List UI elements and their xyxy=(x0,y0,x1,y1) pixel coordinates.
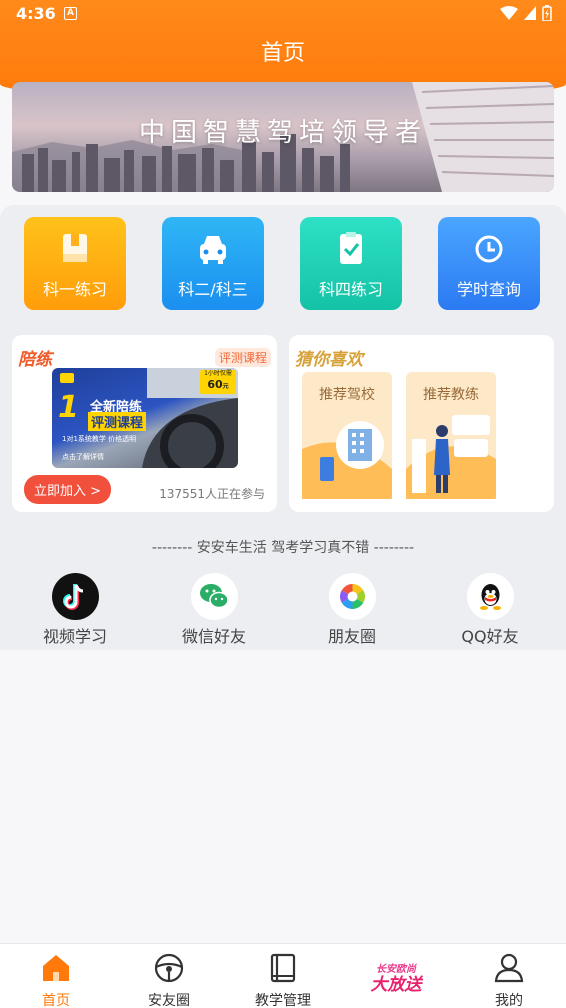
recommend-card: 猜你喜欢 推荐驾校 推荐教练 xyxy=(289,335,554,512)
recommend-title: 猜你喜欢 xyxy=(295,350,363,370)
ad-price-unit: 元 xyxy=(222,383,229,390)
recommend-school-tile[interactable]: 推荐驾校 xyxy=(302,372,392,499)
share-label: QQ好友 xyxy=(461,627,519,646)
menu-subject-two-three[interactable]: 科二/科三 xyxy=(162,217,264,310)
promo-line1: 长安欧尚 xyxy=(376,964,416,975)
join-now-button[interactable]: 立即加入 > xyxy=(24,475,112,504)
steering-wheel-icon xyxy=(154,953,184,983)
ad-footer: 点击了解详情 xyxy=(62,453,104,461)
nav-label: 教学管理 xyxy=(255,993,311,1008)
nav-promo[interactable]: 长安欧尚 大放送 xyxy=(356,952,436,1008)
status-bar: 4:36 A xyxy=(0,0,566,28)
menu-label: 学时查询 xyxy=(456,280,521,299)
nav-anyouquan[interactable]: 安友圈 xyxy=(129,952,209,1008)
peilian-ad-image[interactable]: 1小时仅需 60元 1 全新陪练 评测课程 1对1系统教学 价格透明 点击了解详… xyxy=(52,368,238,468)
nav-mine[interactable]: 我的 xyxy=(469,952,549,1008)
ad-price-box: 1小时仅需 60元 xyxy=(200,370,236,394)
wechat-icon xyxy=(191,573,238,620)
signal-icon xyxy=(524,6,536,20)
ad-logo xyxy=(60,373,74,383)
promo-icon: 长安欧尚 大放送 xyxy=(366,954,426,1000)
status-time: 4:36 xyxy=(16,4,56,23)
share-wechat-friends[interactable]: 微信好友 xyxy=(169,573,259,646)
promo-line2: 大放送 xyxy=(370,975,422,995)
car-icon xyxy=(200,236,226,264)
peilian-card[interactable]: 陪练 评测课程 1小时仅需 60元 1 全新陪练 评测课程 1对1系统教学 价格… xyxy=(12,335,277,512)
book-icon xyxy=(63,234,87,262)
recommend-coach-label: 推荐教练 xyxy=(423,387,479,403)
recommend-coach-tile[interactable]: 推荐教练 xyxy=(406,372,496,499)
notification-icon: A xyxy=(64,7,77,20)
status-icons xyxy=(500,5,552,21)
ad-price-caption: 1小时仅需 xyxy=(204,370,232,377)
share-label: 微信好友 xyxy=(181,627,246,646)
participants-count: 137551人正在参与 xyxy=(159,487,265,501)
school-building-icon xyxy=(302,421,392,499)
peilian-tag[interactable]: 评测课程 xyxy=(214,348,271,367)
share-moments[interactable]: 朋友圈 xyxy=(307,573,397,646)
menu-label: 科二/科三 xyxy=(178,280,248,299)
moments-icon xyxy=(329,573,376,620)
nav-label: 首页 xyxy=(42,993,70,1008)
menu-label: 科四练习 xyxy=(318,280,383,299)
clipboard-check-icon xyxy=(340,232,362,264)
share-video-learning[interactable]: 视频学习 xyxy=(30,573,120,646)
peilian-title: 陪练 xyxy=(18,350,52,370)
nav-home[interactable]: 首页 xyxy=(16,952,96,1008)
ad-price: 60 xyxy=(207,378,223,391)
battery-icon xyxy=(542,5,552,21)
book-icon xyxy=(270,953,296,983)
user-icon xyxy=(494,953,524,983)
menu-subject-one[interactable]: 科一练习 xyxy=(24,217,126,310)
home-icon xyxy=(43,955,69,981)
qq-icon xyxy=(467,573,514,620)
menu-study-hours[interactable]: 学时查询 xyxy=(438,217,540,310)
page-title: 首页 xyxy=(260,41,305,66)
ad-big-one: 1 xyxy=(58,390,79,425)
share-qq-friends[interactable]: QQ好友 xyxy=(445,573,535,646)
coach-person-icon xyxy=(406,415,496,499)
wifi-icon xyxy=(500,6,518,20)
share-label: 视频学习 xyxy=(42,627,107,646)
share-label: 朋友圈 xyxy=(327,627,376,646)
tiktok-icon xyxy=(52,573,99,620)
menu-subject-four[interactable]: 科四练习 xyxy=(300,217,402,310)
banner-slogan: 中国智慧驾培领导者 xyxy=(138,118,427,148)
slogan-text: -------- 安安车生活 驾考学习真不错 -------- xyxy=(151,540,415,556)
nav-label: 安友圈 xyxy=(148,993,190,1008)
nav-label: 我的 xyxy=(495,993,523,1008)
bottom-nav: 首页 安友圈 教学管理 长安欧尚 大放送 我的 xyxy=(0,943,566,1008)
menu-label: 科一练习 xyxy=(42,280,107,299)
banner[interactable]: 中国智慧驾培领导者 xyxy=(12,82,554,192)
clock-icon xyxy=(475,235,503,263)
nav-teaching-management[interactable]: 教学管理 xyxy=(243,952,323,1008)
ad-headline-2: 评测课程 xyxy=(88,412,147,431)
recommend-school-label: 推荐驾校 xyxy=(319,387,375,403)
ad-subtitle: 1对1系统教学 价格透明 xyxy=(62,435,137,443)
